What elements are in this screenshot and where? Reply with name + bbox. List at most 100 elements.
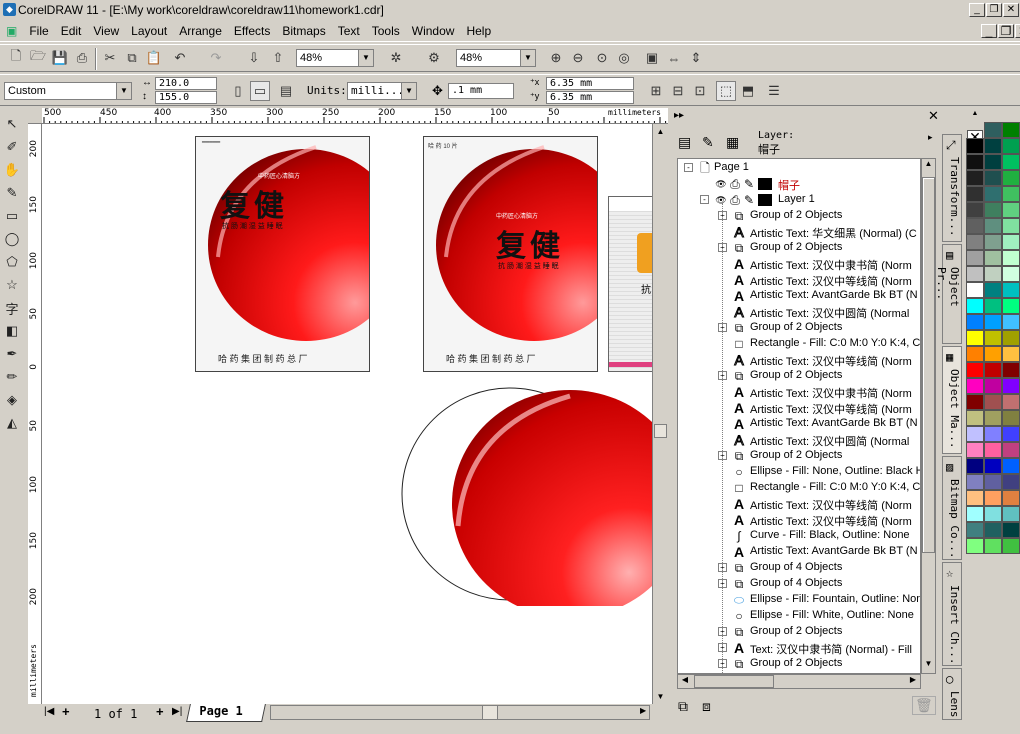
doc-minimize-button[interactable]: _ [981, 24, 997, 38]
save-icon[interactable]: 💾 [50, 48, 70, 68]
pencil-icon[interactable]: ✎ [742, 177, 756, 191]
ruler-origin[interactable] [28, 108, 42, 123]
color-swatch[interactable] [984, 138, 1002, 154]
paste-icon[interactable]: 📋 [144, 48, 164, 68]
color-swatch[interactable] [1002, 442, 1020, 458]
color-swatch[interactable] [966, 522, 984, 538]
color-swatch[interactable] [984, 506, 1002, 522]
freehand-tool-icon[interactable]: ✎ [1, 182, 23, 204]
menu-tools[interactable]: Tools [372, 24, 400, 38]
color-swatch[interactable] [966, 170, 984, 186]
color-swatch[interactable] [966, 426, 984, 442]
doc-restore-button[interactable]: ❐ [998, 24, 1014, 38]
color-swatch[interactable] [966, 538, 984, 554]
scroll-right-icon[interactable]: ▶ [906, 675, 920, 688]
color-swatch[interactable] [966, 458, 984, 474]
page-layout-icon[interactable]: ▤ [276, 81, 296, 101]
corel-online-icon[interactable]: ⚙ [424, 48, 444, 68]
doc-close-button[interactable]: ✕ [1015, 24, 1020, 38]
color-swatch[interactable] [1002, 362, 1020, 378]
units-combo[interactable]: milli... ▼ [347, 82, 417, 100]
tree-item[interactable]: + ⧉ Group of 2 Objects [678, 368, 920, 384]
chevron-down-icon[interactable]: ▼ [358, 50, 373, 66]
scroll-thumb[interactable] [654, 424, 667, 438]
last-page-icon[interactable]: ▶| [172, 706, 182, 717]
first-page-icon[interactable]: |◀ [44, 706, 54, 717]
collapse-icon[interactable]: - [700, 195, 709, 204]
text-tool-icon[interactable]: 字 [1, 297, 23, 319]
zoom-all-icon[interactable]: ◎ [614, 48, 634, 68]
snap-grid-icon[interactable]: ⊞ [646, 81, 666, 101]
color-swatch[interactable] [984, 218, 1002, 234]
palette-scroll-up-icon[interactable]: ▲ [966, 110, 984, 118]
docker-menu-icon[interactable]: ▸ [928, 132, 933, 143]
zoom-width-icon[interactable]: ⇔ [664, 48, 684, 68]
open-icon[interactable]: 🗁 [28, 48, 48, 68]
color-swatch[interactable] [1002, 186, 1020, 202]
tree-item[interactable]: + ⧉ Group of 2 Objects [678, 656, 920, 672]
tree-item[interactable]: A Artistic Text: AvantGarde Bk BT (N [678, 544, 920, 560]
tree-item[interactable]: ⬭ Ellipse - Fill: Fountain, Outline: Non [678, 592, 920, 608]
color-swatch[interactable] [966, 394, 984, 410]
color-swatch[interactable] [1002, 218, 1020, 234]
color-swatch[interactable] [984, 186, 1002, 202]
color-swatch[interactable] [966, 138, 984, 154]
tree-item[interactable]: A Artistic Text: 汉仪中隶书简 (Norm [678, 256, 920, 272]
color-swatch[interactable] [966, 346, 984, 362]
printer-icon[interactable]: ⎙ [728, 177, 742, 191]
tree-item[interactable]: + ⧉ Group of 2 Objects [678, 448, 920, 464]
color-swatch[interactable] [1002, 506, 1020, 522]
menu-arrange[interactable]: Arrange [179, 24, 222, 38]
tab-insert-character[interactable]: ☆ Insert Ch... [942, 562, 962, 666]
undo-icon[interactable]: ↶ [170, 48, 190, 68]
menu-file[interactable]: File [29, 24, 48, 38]
app-launcher-icon[interactable]: ✲ [386, 48, 406, 68]
color-swatch[interactable] [984, 154, 1002, 170]
tree-item[interactable]: + ⧉ Group of 2 Objects [678, 208, 920, 224]
color-swatch[interactable] [984, 122, 1002, 138]
polygon-tool-icon[interactable]: ⬠ [1, 251, 23, 273]
scroll-down-icon[interactable]: ▼ [922, 659, 935, 673]
color-swatch[interactable] [1002, 266, 1020, 282]
tree-item[interactable]: + ⧉ Group of 2 Objects [678, 320, 920, 336]
color-swatch[interactable] [1002, 538, 1020, 554]
tree-vscrollbar[interactable]: ▲ ▼ [921, 158, 936, 674]
ellipse-group[interactable] [400, 386, 652, 606]
hscroll-thumb[interactable] [482, 705, 498, 720]
scroll-right-icon[interactable]: ▶ [640, 706, 646, 715]
tree-item[interactable]: A Artistic Text: 汉仪中圆简 (Normal [678, 432, 920, 449]
color-swatch[interactable] [984, 250, 1002, 266]
tree-item[interactable]: - 🗋 Page 1 [678, 160, 920, 176]
duplicate-y-input[interactable]: 6.35 mm [546, 91, 634, 104]
layer-color-swatch[interactable] [758, 194, 772, 206]
color-swatch[interactable] [984, 266, 1002, 282]
design-card-2[interactable]: 哈 药 10 片 中药匠心清脑方 复健 抗 肠 潮 湿 益 睡 眠 哈 药 集 … [423, 136, 598, 372]
layer-color-swatch[interactable] [758, 178, 772, 190]
ellipse-tool-icon[interactable]: ◯ [1, 228, 23, 250]
color-swatch[interactable] [984, 298, 1002, 314]
color-swatch[interactable] [984, 202, 1002, 218]
color-swatch[interactable] [1002, 378, 1020, 394]
color-swatch[interactable] [966, 202, 984, 218]
tree-item[interactable]: - 👁 ⎙ ✎ Layer 1 [678, 192, 920, 208]
color-swatch[interactable] [966, 442, 984, 458]
docker-close-icon[interactable]: ✕ [928, 108, 939, 124]
color-swatch[interactable] [966, 490, 984, 506]
cut-icon[interactable]: ✂ [100, 48, 120, 68]
eye-icon[interactable]: 👁 [714, 177, 728, 191]
pan-tool-icon[interactable]: ✋ [1, 159, 23, 181]
color-swatch[interactable] [966, 154, 984, 170]
scroll-thumb[interactable] [922, 177, 935, 553]
color-swatch[interactable] [1002, 522, 1020, 538]
menu-effects[interactable]: Effects [234, 24, 270, 38]
tree-item[interactable]: □ Rectangle - Fill: C:0 M:0 Y:0 K:4, C [678, 480, 920, 496]
restore-button[interactable]: ❐ [986, 3, 1002, 17]
tree-item[interactable]: A Artistic Text: AvantGarde Bk BT (N [678, 416, 920, 432]
tree-item[interactable]: A Artistic Text: 汉仪中等线简 (Norm [678, 512, 920, 528]
color-swatch[interactable] [984, 474, 1002, 490]
tree-item[interactable]: A Artistic Text: 汉仪中等线简 (Norm [678, 496, 920, 512]
color-swatch[interactable] [1002, 346, 1020, 362]
canvas-hscrollbar[interactable] [270, 705, 650, 720]
color-swatch[interactable] [1002, 330, 1020, 346]
color-swatch[interactable] [984, 170, 1002, 186]
